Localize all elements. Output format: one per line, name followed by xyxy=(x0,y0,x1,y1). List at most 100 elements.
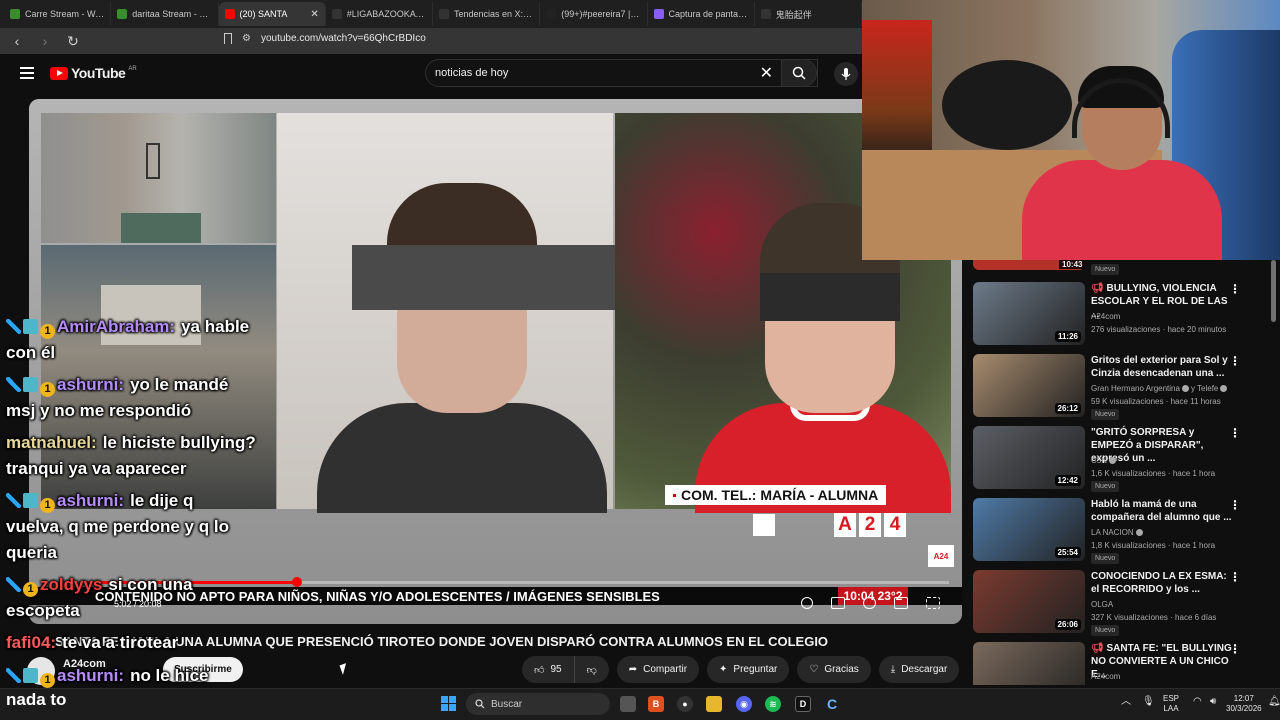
menu-icon[interactable] xyxy=(20,64,34,82)
like-dislike-group: 👍︎ 95 👎︎ xyxy=(522,656,609,683)
thumbs-down-icon: 👎︎ xyxy=(586,664,597,676)
recommended-video[interactable]: 11:26 📢︎ BULLYING, VIOLENCIA ESCOLAR Y EL… xyxy=(973,282,1273,350)
browser-tab[interactable]: Tendencias en X: "Ste xyxy=(433,2,541,26)
task-view-icon[interactable] xyxy=(620,696,636,712)
forward-icon[interactable]: › xyxy=(38,33,52,49)
video-stats: 327 K visualizaciones · hace 6 días xyxy=(1091,613,1217,622)
channel-name[interactable]: A24com xyxy=(1091,312,1120,321)
channel-name[interactable]: A24com xyxy=(1091,672,1120,681)
fullscreen-icon[interactable] xyxy=(926,597,940,609)
youtube-logo[interactable]: YouTube AR xyxy=(50,65,137,81)
video-thumbnail[interactable]: 11:26 xyxy=(973,282,1085,345)
github-icon[interactable]: ● xyxy=(677,696,693,712)
miniplayer-icon[interactable] xyxy=(894,597,908,609)
browser-tab[interactable]: daritaa Stream - Watch xyxy=(111,2,219,26)
address-bar[interactable]: youtube.com/watch?v=66QhCrBDIco xyxy=(261,33,426,44)
ask-button[interactable]: ✦ Preguntar xyxy=(707,656,790,683)
close-tab-icon[interactable]: ✕ xyxy=(310,9,318,20)
subtitles-icon[interactable] xyxy=(831,597,845,609)
channel-name[interactable]: OLGA xyxy=(1091,600,1113,609)
new-badge: Nuevo xyxy=(1091,625,1120,636)
recommended-video[interactable]: 26:12 Gritos del exterior para Sol y Cinz… xyxy=(973,354,1273,422)
recommended-video[interactable]: 26:06 CONOCIENDO LA EX ESMA: el RECORRIDO… xyxy=(973,570,1273,638)
more-options-icon[interactable]: ⋮ xyxy=(1229,282,1241,296)
reload-icon[interactable]: ↻ xyxy=(66,33,80,50)
back-icon[interactable]: ‹ xyxy=(10,33,24,49)
chat-text: con él xyxy=(6,343,56,362)
discord-icon[interactable]: ◉ xyxy=(736,696,752,712)
microphone-icon[interactable]: 🎙︎ xyxy=(1142,697,1155,707)
more-options-icon[interactable]: ⋮ xyxy=(1229,354,1241,368)
voice-search-icon[interactable] xyxy=(834,62,858,86)
volume-icon[interactable]: 🔊︎ xyxy=(1210,697,1216,707)
dislike-button[interactable]: 👎︎ xyxy=(573,656,609,683)
brave-browser-icon[interactable]: B xyxy=(648,696,664,712)
channel-name[interactable]: C5N xyxy=(1091,456,1118,465)
video-title[interactable]: Habló la mamá de una compañera del alumn… xyxy=(1091,498,1233,524)
channel-name[interactable]: Gran Hermano Argentina y Telefe xyxy=(1091,384,1229,393)
video-thumbnail[interactable]: 26:12 xyxy=(973,354,1085,417)
sub-badge-icon xyxy=(23,377,38,392)
thanks-button[interactable]: ♡ Gracias xyxy=(797,656,871,683)
channel-name[interactable]: LA NACION xyxy=(1091,528,1145,537)
download-button[interactable]: ⤓ Descargar xyxy=(878,656,960,683)
chat-text: no le hice xyxy=(130,666,209,685)
more-options-icon[interactable]: ⋮ xyxy=(1229,642,1241,656)
tray-chevron-icon[interactable]: ︿ xyxy=(1121,697,1131,707)
video-title[interactable]: CONOCIENDO LA EX ESMA: el RECORRIDO y lo… xyxy=(1091,570,1233,596)
megaphone-icon: 📢︎ xyxy=(1091,643,1107,654)
video-thumbnail[interactable] xyxy=(973,642,1085,685)
recommended-video[interactable]: 25:54 Habló la mamá de una compañera del … xyxy=(973,498,1273,566)
browser-tab[interactable]: 鬼胎起伴 xyxy=(755,2,862,26)
tab-title: daritaa Stream - Watch xyxy=(132,9,212,19)
x-icon xyxy=(331,9,342,19)
clock[interactable]: 12:07 30/3/2026 xyxy=(1226,694,1262,714)
browser-tab[interactable]: (20) SANTA ✕ xyxy=(218,2,326,26)
wifi-icon[interactable]: ◠ xyxy=(1193,697,1202,707)
settings-icon[interactable] xyxy=(863,597,876,609)
bookmark-icon[interactable] xyxy=(224,33,232,44)
like-count: 95 xyxy=(550,664,562,675)
video-title[interactable]: Gritos del exterior para Sol y Cinzia de… xyxy=(1091,354,1233,380)
language-indicator[interactable]: ESP LAA xyxy=(1163,694,1179,714)
clear-search-icon[interactable]: ✕ xyxy=(760,63,773,83)
twitch-icon xyxy=(10,9,20,19)
like-button[interactable]: 👍︎ 95 xyxy=(522,656,574,683)
new-badge: Nuevo xyxy=(1091,553,1120,564)
seek-knob[interactable] xyxy=(291,577,302,587)
browser-tab[interactable]: (99+)#peereira7 | pere xyxy=(540,2,648,26)
browser-tab[interactable]: #LIGABAZOOKA en X xyxy=(326,2,433,26)
recommended-video[interactable]: 📢︎ SANTA FE: "EL BULLYING NO CONVIERTE A… xyxy=(973,642,1273,685)
search-box[interactable]: noticias de hoy ✕ xyxy=(425,59,818,87)
video-thumbnail[interactable]: 12:42 xyxy=(973,426,1085,489)
video-thumbnail[interactable]: 26:06 xyxy=(973,570,1085,633)
video-duration: 25:54 xyxy=(1054,547,1081,558)
more-options-icon[interactable]: ⋮ xyxy=(1229,498,1241,512)
youtube-play-icon xyxy=(50,66,68,80)
windows-start-icon[interactable] xyxy=(441,696,456,711)
share-button[interactable]: ➦ Compartir xyxy=(616,656,700,683)
browser-tab[interactable]: Captura de pantalla pc xyxy=(648,2,755,26)
video-thumbnail[interactable]: 25:54 xyxy=(973,498,1085,561)
a24-letter: 4 xyxy=(884,513,906,537)
autoplay-toggle-icon[interactable] xyxy=(801,597,813,609)
search-input[interactable]: noticias de hoy xyxy=(435,67,508,79)
youtube-header: YouTube AR noticias de hoy ✕ xyxy=(0,54,862,92)
taskbar-search[interactable]: Buscar xyxy=(466,693,610,715)
site-info-icon[interactable]: ⚙ xyxy=(242,33,251,44)
notifications-icon[interactable]: 🔔︎ xyxy=(1268,697,1280,707)
search-button[interactable] xyxy=(781,59,817,87)
video-player[interactable]: COM. TEL.: MARÍA - ALUMNA A24 A24 CONTEN… xyxy=(29,99,962,624)
chat-text: te va a tirotear xyxy=(62,633,179,652)
app-c-icon[interactable]: C xyxy=(824,696,840,712)
more-options-icon[interactable]: ⋮ xyxy=(1229,426,1241,440)
youtube-icon xyxy=(224,9,235,19)
browser-tab[interactable]: Carre Stream - Watch xyxy=(4,2,112,26)
seek-bar[interactable] xyxy=(79,577,949,587)
file-explorer-icon[interactable] xyxy=(706,696,722,712)
capcut-icon[interactable]: D xyxy=(795,696,811,712)
spotify-icon[interactable]: ≋ xyxy=(765,696,781,712)
more-options-icon[interactable]: ⋮ xyxy=(1229,570,1241,584)
recommended-video[interactable]: 12:42 "GRITÓ SORPRESA y EMPEZÓ a DISPARAR… xyxy=(973,426,1273,494)
video-duration: 26:12 xyxy=(1054,403,1081,414)
